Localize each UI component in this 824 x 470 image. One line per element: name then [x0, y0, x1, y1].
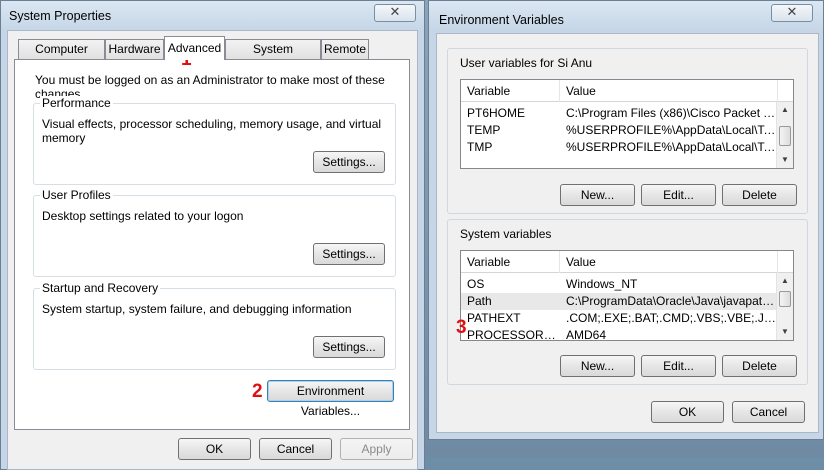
- startup-recovery-group: Startup and Recovery System startup, sys…: [33, 281, 396, 370]
- user-edit-button[interactable]: Edit...: [641, 184, 716, 206]
- scroll-up-arrow-icon[interactable]: ▲: [777, 102, 793, 118]
- list-header: Variable Value: [461, 80, 793, 102]
- window-title: Environment Variables: [439, 13, 564, 27]
- table-row-selected[interactable]: Path C:\ProgramData\Oracle\Java\javapath…: [461, 293, 778, 310]
- dialog-body: User variables for Si Anu Variable Value…: [436, 33, 819, 433]
- tab-remote[interactable]: Remote: [321, 39, 369, 59]
- column-variable[interactable]: Variable: [461, 251, 560, 273]
- system-new-button[interactable]: New...: [560, 355, 635, 377]
- scroll-up-arrow-icon[interactable]: ▲: [777, 273, 793, 289]
- group-description: System startup, system failure, and debu…: [42, 302, 352, 316]
- performance-settings-button[interactable]: Settings...: [313, 151, 385, 173]
- group-description: Visual effects, processor scheduling, me…: [42, 117, 382, 145]
- title-bar[interactable]: System Properties ✕: [1, 1, 424, 31]
- column-variable[interactable]: Variable: [461, 80, 560, 102]
- value-cell: .COM;.EXE;.BAT;.CMD;.VBS;.VBE;.JS;....: [566, 311, 776, 325]
- scroll-down-arrow-icon[interactable]: ▼: [777, 152, 793, 168]
- group-label: Startup and Recovery: [40, 281, 161, 295]
- tab-label: Advanced: [167, 41, 222, 55]
- environment-variables-button[interactable]: Environment Variables...: [267, 380, 394, 418]
- tab-advanced[interactable]: Advanced: [164, 36, 225, 60]
- user-variables-list[interactable]: Variable Value PT6HOME C:\Program Files …: [460, 79, 794, 169]
- variable-cell: PATHEXT: [467, 311, 521, 325]
- vertical-scrollbar[interactable]: ▲ ▼: [776, 273, 793, 340]
- system-delete-button[interactable]: Delete: [722, 355, 797, 377]
- table-row[interactable]: PROCESSOR_A... AMD64: [461, 327, 778, 341]
- value-cell: %USERPROFILE%\AppData\Local\Temp: [566, 140, 776, 154]
- value-cell: Windows_NT: [566, 277, 638, 291]
- tab-hardware[interactable]: Hardware: [105, 39, 164, 59]
- column-value[interactable]: Value: [560, 80, 778, 102]
- user-variables-group: User variables for Si Anu Variable Value…: [447, 48, 808, 214]
- user-profiles-settings-button[interactable]: Settings...: [313, 243, 385, 265]
- table-row[interactable]: PATHEXT .COM;.EXE;.BAT;.CMD;.VBS;.VBE;.J…: [461, 310, 778, 327]
- variable-cell: Path: [467, 294, 492, 308]
- variable-cell: PROCESSOR_A...: [467, 328, 557, 341]
- variable-cell: TMP: [467, 140, 493, 154]
- close-icon: ✕: [786, 5, 798, 20]
- title-bar[interactable]: Environment Variables ✕: [429, 1, 823, 31]
- user-new-button[interactable]: New...: [560, 184, 635, 206]
- user-delete-button[interactable]: Delete: [722, 184, 797, 206]
- variable-cell: OS: [467, 277, 485, 291]
- group-label: Performance: [40, 96, 113, 110]
- value-cell: C:\ProgramData\Oracle\Java\javapath;...: [566, 294, 776, 308]
- system-variables-group: System variables Variable Value OS Windo…: [447, 219, 808, 385]
- system-variables-list[interactable]: Variable Value OS Windows_NT Path C:\Pro…: [460, 250, 794, 341]
- group-label: System variables: [458, 227, 554, 241]
- value-cell: C:\Program Files (x86)\Cisco Packet Tra.…: [566, 106, 776, 120]
- close-button[interactable]: ✕: [771, 4, 813, 22]
- startup-recovery-settings-button[interactable]: Settings...: [313, 336, 385, 358]
- group-label: User variables for Si Anu: [458, 56, 595, 70]
- vertical-scrollbar[interactable]: ▲ ▼: [776, 102, 793, 168]
- tab-system-protection[interactable]: System Protection: [225, 39, 321, 74]
- group-description: Desktop settings related to your logon: [42, 209, 244, 223]
- table-row[interactable]: OS Windows_NT: [461, 276, 778, 293]
- env-ok-button[interactable]: OK: [651, 401, 724, 423]
- variable-cell: TEMP: [467, 123, 501, 137]
- column-value[interactable]: Value: [560, 251, 778, 273]
- tab-computer-name[interactable]: Computer Name: [18, 39, 105, 74]
- advanced-tab-panel: You must be logged on as an Administrato…: [14, 49, 410, 430]
- scroll-thumb[interactable]: [779, 291, 791, 307]
- group-label: User Profiles: [40, 188, 113, 202]
- variable-cell: PT6HOME: [467, 106, 526, 120]
- table-row[interactable]: TEMP %USERPROFILE%\AppData\Local\Temp: [461, 122, 778, 139]
- annotation-marker-3: 3: [456, 317, 467, 338]
- user-profiles-group: User Profiles Desktop settings related t…: [33, 188, 396, 277]
- scroll-thumb[interactable]: [779, 126, 791, 146]
- list-header: Variable Value: [461, 251, 793, 273]
- env-cancel-button[interactable]: Cancel: [732, 401, 805, 423]
- annotation-marker-2: 2: [252, 381, 263, 402]
- close-icon: ✕: [389, 5, 401, 20]
- scroll-down-arrow-icon[interactable]: ▼: [777, 324, 793, 340]
- environment-variables-window: Environment Variables ✕ User variables f…: [428, 0, 824, 440]
- tab-label: Remote: [323, 42, 367, 56]
- window-title: System Properties: [9, 9, 112, 23]
- value-cell: AMD64: [566, 328, 607, 341]
- performance-group: Performance Visual effects, processor sc…: [33, 96, 396, 185]
- value-cell: %USERPROFILE%\AppData\Local\Temp: [566, 123, 776, 137]
- tab-label: Hardware: [108, 42, 161, 56]
- close-button[interactable]: ✕: [374, 4, 416, 22]
- system-properties-window: System Properties ✕ Computer Name Hardwa…: [0, 0, 425, 470]
- system-edit-button[interactable]: Edit...: [641, 355, 716, 377]
- table-row[interactable]: PT6HOME C:\Program Files (x86)\Cisco Pac…: [461, 105, 778, 122]
- table-row[interactable]: TMP %USERPROFILE%\AppData\Local\Temp: [461, 139, 778, 156]
